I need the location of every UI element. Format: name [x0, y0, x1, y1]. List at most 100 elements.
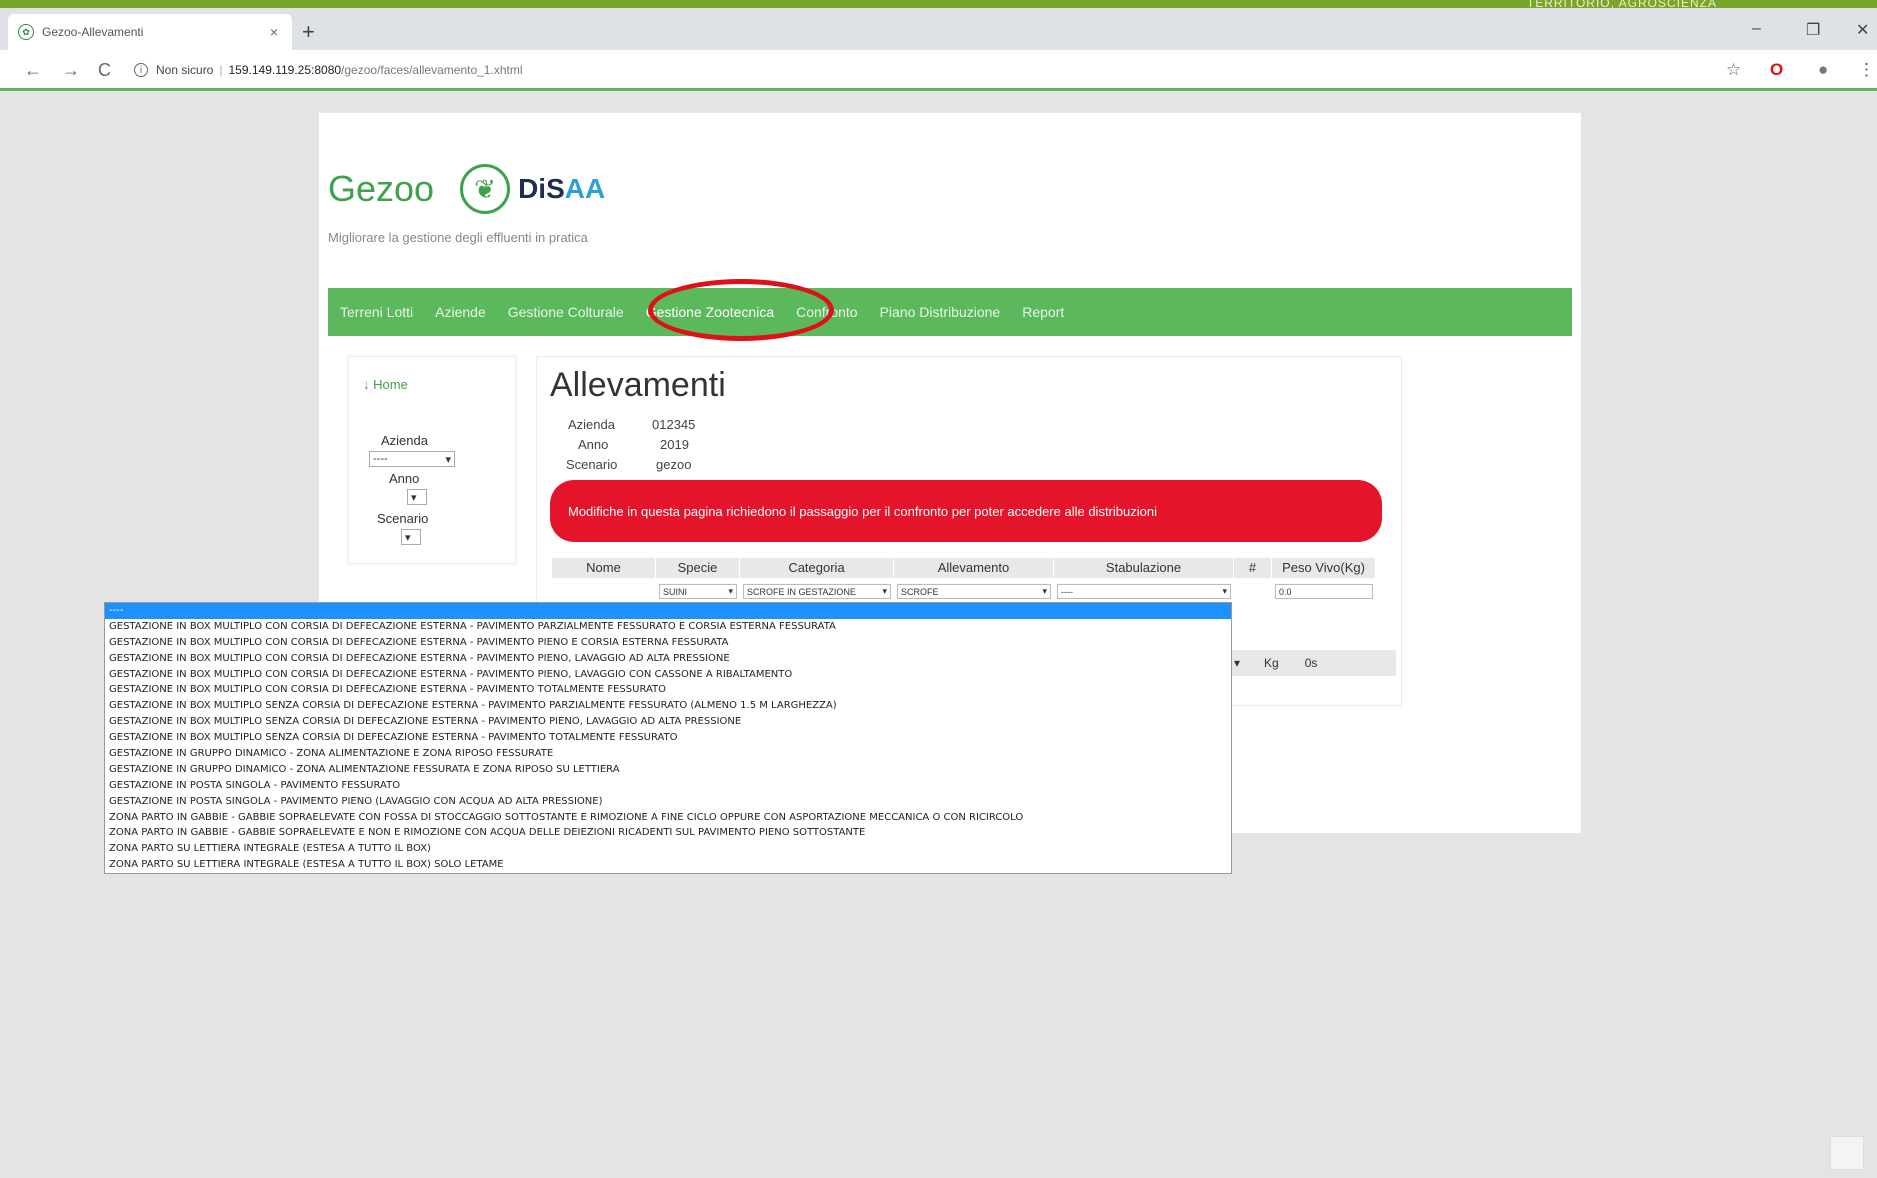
star-icon[interactable]: ☆	[1726, 60, 1741, 80]
dropdown-option[interactable]: ZONA PARTO SU LETTIERA INTEGRALE (ESTESA…	[105, 857, 1231, 873]
anno-value: 2019	[660, 437, 689, 452]
anno-select[interactable]: ▾	[407, 489, 427, 505]
info-icon[interactable]: i	[134, 63, 148, 77]
anno-label: Anno	[578, 437, 609, 452]
nav-item-report[interactable]: Report	[1022, 304, 1064, 320]
scenario-select[interactable]: ▾	[401, 529, 421, 545]
dropdown-option[interactable]: GESTAZIONE IN BOX MULTIPLO CON CORSIA DI…	[105, 651, 1231, 667]
col-specie: Specie	[656, 558, 740, 578]
new-tab-button[interactable]: +	[302, 21, 315, 43]
browser-tabbar: ✿ Gezoo-Allevamenti × + – ❐ ✕	[0, 8, 1877, 50]
dropdown-option[interactable]: GESTAZIONE IN BOX MULTIPLO CON CORSIA DI…	[105, 635, 1231, 651]
browser-tab[interactable]: ✿ Gezoo-Allevamenti ×	[8, 14, 292, 50]
back-icon[interactable]: ←	[24, 60, 42, 81]
disaa-text-accent: AA	[564, 173, 606, 204]
stabulazione-dropdown-list[interactable]: ---- GESTAZIONE IN BOX MULTIPLO CON CORS…	[104, 602, 1232, 874]
url-input[interactable]: i Non sicuro | 159.149.119.25:8080 /gezo…	[134, 56, 1704, 84]
main-navbar: Terreni Lotti Aziende Gestione Colturale…	[328, 288, 1572, 336]
col-nome: Nome	[552, 558, 656, 578]
dropdown-option[interactable]: GESTAZIONE IN POSTA SINGOLA - PAVIMENTO …	[105, 778, 1231, 794]
minimize-icon[interactable]: –	[1752, 20, 1761, 38]
categoria-value: SCROFE IN GESTAZIONE	[747, 586, 856, 597]
maximize-icon[interactable]: ❐	[1806, 20, 1820, 40]
allevamento-value: SCROFE	[901, 586, 939, 597]
categoria-select[interactable]: SCROFE IN GESTAZIONE ▾	[743, 584, 891, 599]
col-allevamento: Allevamento	[894, 558, 1054, 578]
dropdown-option[interactable]: GESTAZIONE IN BOX MULTIPLO CON CORSIA DI…	[105, 682, 1231, 698]
profile-icon[interactable]: ●	[1818, 60, 1828, 80]
logo-row: Gezoo ❦ DiSAA	[328, 164, 605, 214]
dropdown-option[interactable]: ZONA PARTO IN GABBIE - GABBIE SOPRAELEVA…	[105, 810, 1231, 826]
azienda-select[interactable]: ---- ▾	[369, 451, 455, 467]
menu-icon[interactable]: ⋮	[1858, 60, 1875, 80]
app-title[interactable]: Gezoo	[328, 168, 434, 210]
dropdown-option[interactable]: GESTAZIONE IN POSTA SINGOLA - PAVIMENTO …	[105, 794, 1231, 810]
url-separator: |	[219, 63, 223, 77]
chevron-down-icon: ▾	[405, 531, 411, 544]
summary-chevron-icon: ▾	[1234, 656, 1241, 670]
cell-peso: 0.0	[1272, 580, 1376, 616]
dropdown-option[interactable]: GESTAZIONE IN GRUPPO DINAMICO - ZONA ALI…	[105, 762, 1231, 778]
specie-select[interactable]: SUINI ▾	[659, 584, 737, 599]
url-host: 159.149.119.25:8080	[228, 63, 342, 77]
scenario-value: gezoo	[656, 457, 692, 472]
opera-icon[interactable]: O	[1770, 60, 1783, 80]
sidebar-panel: ↓ Home Azienda ---- ▾ Anno ▾ Scenario ▾	[348, 356, 516, 564]
chevron-down-icon: ▾	[445, 453, 451, 466]
col-categoria: Categoria	[740, 558, 894, 578]
stabulazione-select[interactable]: ---- ▾	[1057, 584, 1231, 599]
peso-value: 0.0	[1279, 586, 1292, 597]
dropdown-option[interactable]: GESTAZIONE IN BOX MULTIPLO SENZA CORSIA …	[105, 714, 1231, 730]
tab-title: Gezoo-Allevamenti	[42, 25, 144, 39]
chevron-down-icon: ▾	[882, 586, 887, 596]
sidebar-azienda-label: Azienda	[381, 433, 428, 448]
azienda-select-value: ----	[373, 453, 388, 465]
azienda-label: Azienda	[568, 417, 615, 432]
dropdown-option[interactable]: GESTAZIONE IN GRUPPO DINAMICO - ZONA ALI…	[105, 746, 1231, 762]
scroll-corner-button[interactable]	[1830, 1136, 1864, 1170]
chevron-down-icon: ▾	[411, 491, 417, 504]
url-path: /gezoo/faces/allevamento_1.xhtml	[341, 63, 523, 77]
nav-item-aziende[interactable]: Aziende	[435, 304, 486, 320]
forward-icon[interactable]: →	[62, 60, 80, 81]
page-title: Allevamenti	[550, 366, 726, 404]
top-strip: TERRITORIO, AGROSCIENZA	[0, 0, 1877, 10]
col-count: #	[1234, 558, 1272, 578]
address-bar: ← → C i Non sicuro | 159.149.119.25:8080…	[0, 50, 1877, 90]
favicon-icon: ✿	[18, 24, 34, 40]
nav-item-piano-distribuzione[interactable]: Piano Distribuzione	[880, 304, 1001, 320]
cell-count	[1234, 580, 1272, 616]
allevamento-select[interactable]: SCROFE ▾	[897, 584, 1051, 599]
col-stabulazione: Stabulazione	[1054, 558, 1234, 578]
disaa-text-main: DiS	[518, 173, 565, 204]
stabulazione-value: ----	[1061, 586, 1073, 597]
nav-item-terreni[interactable]: Terreni Lotti	[340, 304, 413, 320]
dropdown-option-selected[interactable]: ----	[105, 603, 1231, 619]
peso-input[interactable]: 0.0	[1275, 584, 1373, 599]
disaa-logo-icon: ❦	[460, 164, 511, 214]
chevron-down-icon: ▾	[1222, 586, 1227, 596]
sidebar-scenario-label: Scenario	[377, 511, 429, 526]
dropdown-option[interactable]: GESTAZIONE IN BOX MULTIPLO SENZA CORSIA …	[105, 698, 1231, 714]
highlight-annotation	[648, 279, 834, 341]
specie-value: SUINI	[663, 586, 688, 597]
table-header: Nome Specie Categoria Allevamento Stabul…	[552, 558, 1376, 578]
summary-value: 0s	[1304, 656, 1318, 670]
summary-kg-label: Kg	[1264, 656, 1279, 670]
close-window-icon[interactable]: ✕	[1856, 20, 1869, 40]
dropdown-option[interactable]: ZONA PARTO SU LETTIERA INTEGRALE (ESTESA…	[105, 841, 1231, 857]
dropdown-option[interactable]: GESTAZIONE IN BOX MULTIPLO SENZA CORSIA …	[105, 730, 1231, 746]
summary-row: ▾ Kg 0s	[1228, 650, 1396, 676]
chevron-down-icon: ▾	[728, 586, 733, 596]
alert-banner: Modifiche in questa pagina richiedono il…	[550, 480, 1382, 542]
dropdown-option[interactable]: ZONA PARTO IN GABBIE - GABBIE SOPRAELEVA…	[105, 825, 1231, 841]
reload-icon[interactable]: C	[98, 60, 111, 81]
dropdown-option[interactable]: GESTAZIONE IN BOX MULTIPLO CON CORSIA DI…	[105, 667, 1231, 683]
home-link[interactable]: ↓ Home	[363, 377, 408, 392]
tab-close-icon[interactable]: ×	[266, 24, 282, 40]
scenario-label: Scenario	[566, 457, 618, 472]
dropdown-option[interactable]: GESTAZIONE IN BOX MULTIPLO CON CORSIA DI…	[105, 619, 1231, 635]
chevron-down-icon: ▾	[1042, 586, 1047, 596]
nav-item-gestione-colturale[interactable]: Gestione Colturale	[508, 304, 624, 320]
page-subtitle: Migliorare la gestione degli effluenti i…	[328, 230, 588, 245]
